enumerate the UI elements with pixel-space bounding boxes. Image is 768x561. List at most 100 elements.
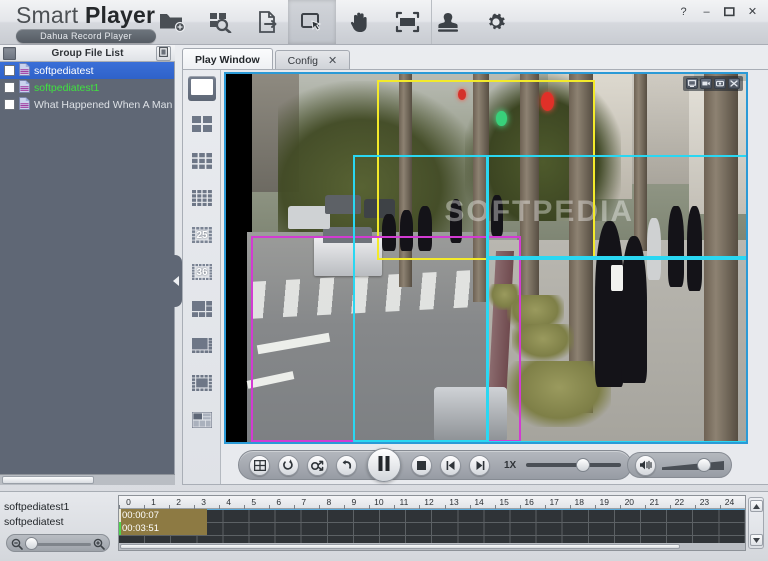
help-button[interactable]: ? — [677, 5, 690, 18]
search-files-icon — [207, 11, 233, 33]
file-list-horizontal-scrollbar[interactable] — [0, 474, 175, 485]
timeline-current-row-highlight — [119, 509, 745, 510]
timeline-tick-label: 13 — [449, 497, 459, 507]
search-files-button[interactable] — [196, 0, 244, 44]
layout-custom-button[interactable] — [183, 403, 221, 440]
file-checkbox[interactable] — [4, 65, 15, 76]
timeline-clip-time: 00:03:51 — [122, 523, 159, 534]
detection-box-cyan-upper — [353, 154, 489, 442]
file-checkbox[interactable] — [4, 99, 15, 110]
previous-frame-button[interactable] — [440, 454, 461, 476]
timeline-tick-label: 1 — [151, 497, 156, 507]
volume-slider[interactable] — [662, 457, 724, 473]
tab-config[interactable]: Config ✕ — [274, 50, 351, 70]
timeline-zoom-slider[interactable] — [6, 534, 110, 552]
scroll-up-button[interactable] — [749, 500, 763, 512]
minimize-button[interactable]: – — [700, 5, 713, 18]
playback-speed-slider[interactable] — [526, 456, 622, 474]
collapse-left-arrow-icon — [173, 276, 179, 286]
layout-1plus12-icon — [192, 375, 212, 394]
export-file-button[interactable] — [244, 0, 292, 44]
timeline-clip[interactable]: 00:03:51 — [119, 522, 207, 535]
layout-1x1-button[interactable] — [183, 70, 221, 107]
timeline-tick-label: 6 — [276, 497, 282, 507]
watermark-stamp-button[interactable] — [424, 0, 472, 44]
fit-screen-icon — [395, 11, 421, 33]
video-close-button[interactable] — [728, 78, 740, 89]
file-name: softpediatest1 — [34, 81, 100, 94]
multi-window-button[interactable] — [249, 454, 270, 476]
layout-1plus12-button[interactable] — [183, 366, 221, 403]
shuffle-button[interactable] — [307, 454, 328, 476]
timeline-clip-time: 00:00:07 — [122, 510, 159, 521]
gear-icon — [483, 11, 509, 33]
tab-close-icon[interactable]: ✕ — [328, 54, 337, 67]
open-folder-button[interactable] — [148, 0, 196, 44]
layout-1plus5-button[interactable] — [183, 292, 221, 329]
zoom-knob[interactable] — [25, 537, 38, 550]
stop-button[interactable] — [411, 454, 432, 476]
layout-1plus7-button[interactable] — [183, 329, 221, 366]
video-snapshot-button[interactable] — [686, 78, 698, 89]
mp4-file-icon — [19, 62, 30, 79]
timeline-vertical-scrollbar[interactable] — [748, 497, 764, 549]
timeline-grid[interactable]: 0 1 2 3 4 5 6 7 8 9 10 11 12 13 14 15 16 17 18 19 20 21 22 23 24… — [118, 495, 746, 551]
rewind-button[interactable] — [336, 454, 357, 476]
slider-knob[interactable] — [575, 458, 590, 472]
title-bar: Smart Player Dahua Record Player ? – ✕ — [0, 0, 768, 45]
export-file-icon — [255, 11, 281, 33]
timeline-horizontal-scrollbar[interactable] — [119, 543, 745, 550]
list-item[interactable]: softpediatest — [0, 62, 174, 79]
file-name: softpediatest — [34, 64, 94, 77]
file-checkbox[interactable] — [4, 82, 15, 93]
video-camera-button[interactable] — [714, 78, 726, 89]
scroll-down-button[interactable] — [749, 534, 763, 546]
timeline-row-divider — [119, 535, 745, 536]
file-name: What Happened When A Man — [34, 98, 173, 111]
next-frame-button[interactable] — [469, 454, 490, 476]
timeline-tick-label: 17 — [549, 497, 559, 507]
magnifier-plus-icon[interactable] — [93, 538, 105, 553]
timeline-tick-label: 2 — [176, 497, 181, 507]
layout-4x4-button[interactable] — [183, 181, 221, 218]
timeline-track-name: softpediatest1 — [4, 501, 70, 513]
collapse-sidebar-button[interactable] — [170, 255, 182, 307]
maximize-button[interactable] — [723, 5, 736, 18]
layout-5x5-button[interactable]: 25 — [183, 218, 221, 255]
timeline-tick-label: 18 — [574, 497, 584, 507]
list-item[interactable]: softpediatest1 — [0, 79, 174, 96]
trash-icon — [159, 47, 168, 60]
timeline-tick-label: 11 — [399, 497, 409, 507]
main-area: Play Window Config ✕ 25 36 SOFTPEDIA 1X — [182, 45, 768, 485]
volume-mute-button[interactable] — [635, 454, 656, 476]
video-record-button[interactable] — [700, 78, 712, 89]
magnifier-minus-icon[interactable] — [11, 538, 23, 553]
delete-files-button[interactable] — [156, 46, 171, 61]
loop-button[interactable] — [278, 454, 299, 476]
layout-3x3-button[interactable] — [183, 144, 221, 181]
video-canvas[interactable]: SOFTPEDIA — [224, 72, 748, 444]
select-pointer-button[interactable] — [288, 0, 336, 44]
timeline-tick-label: 16 — [524, 497, 534, 507]
volume-knob[interactable] — [696, 458, 711, 472]
smart-player-window: Smart Player Dahua Record Player ? – ✕ G… — [0, 0, 768, 561]
layout-2x2-button[interactable] — [183, 107, 221, 144]
play-pause-button[interactable] — [367, 448, 401, 482]
timeline-tick-label: 9 — [351, 497, 357, 507]
playback-button-bar: 1X — [238, 448, 633, 482]
timeline-clip[interactable]: 00:00:07 — [119, 509, 207, 522]
layout-6x6-button[interactable]: 36 — [183, 255, 221, 292]
close-button[interactable]: ✕ — [746, 5, 759, 18]
timeline-row-divider — [119, 522, 745, 523]
scrollbar-thumb[interactable] — [2, 476, 94, 484]
scrollbar-thumb[interactable] — [120, 544, 680, 549]
tab-play-window[interactable]: Play Window — [182, 48, 273, 70]
hand-pan-button[interactable] — [336, 0, 384, 44]
open-folder-icon — [159, 11, 185, 33]
settings-button[interactable] — [472, 0, 520, 44]
timeline-tick-label: 8 — [326, 497, 332, 507]
list-item[interactable]: What Happened When A Man — [0, 96, 174, 113]
timeline-tick-label: 14 — [474, 497, 484, 507]
group-file-list-panel: Group File List softpediatest softpediat… — [0, 45, 175, 485]
app-branding: Smart Player Dahua Record Player — [16, 2, 156, 43]
